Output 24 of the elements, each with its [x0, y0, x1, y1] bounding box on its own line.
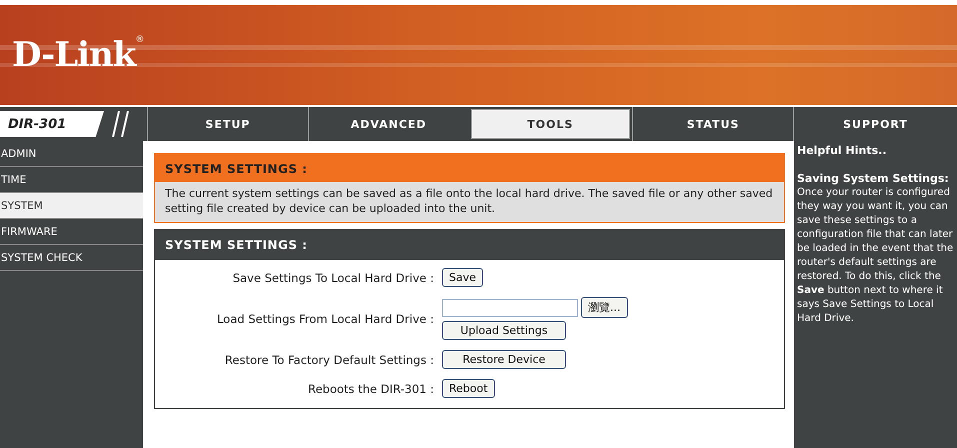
sidebar-item[interactable]: SYSTEM CHECK	[0, 245, 143, 271]
action-button[interactable]: Restore Device	[442, 350, 566, 369]
setting-label: Restore To Factory Default Settings :	[224, 352, 434, 366]
hints-text: Once your router is configured they way you want it, you can save these settings to a configuration file that can later be loaded in the event that the router's default settings are restored. To do this, click the Save button next to where it says Save Settings to Local Hard Drive.	[797, 186, 954, 326]
hints-subtitle: Saving System Settings:	[797, 172, 950, 186]
setting-label: Reboots the DIR-301 :	[306, 382, 434, 396]
section-header: SYSTEM SETTINGS :	[155, 230, 784, 260]
sidebar-item[interactable]: FIRMWARE	[0, 219, 143, 245]
logo: D-Link	[12, 35, 136, 75]
action-button[interactable]: Save	[442, 268, 484, 287]
model-label: DIR-301	[0, 111, 104, 137]
upload-button[interactable]: Upload Settings	[442, 321, 566, 340]
setting-label: Load Settings From Local Hard Drive :	[216, 312, 434, 326]
hints-title: Helpful Hints..	[797, 144, 888, 158]
nav-tab[interactable]: TOOLS	[468, 107, 632, 141]
action-button[interactable]: Reboot	[442, 379, 495, 398]
section-header: SYSTEM SETTINGS :	[155, 154, 784, 182]
browse-button[interactable]: 瀏覽...	[581, 297, 628, 318]
file-path-field[interactable]	[442, 298, 578, 316]
trademark-mark: ®	[135, 35, 144, 45]
setting-label: Save Settings To Local Hard Drive :	[232, 270, 434, 284]
sidebar-item[interactable]: ADMIN	[0, 141, 143, 167]
sidebar-item[interactable]: SYSTEM	[0, 193, 143, 219]
section-description: The current system settings can be saved as a file onto the local hard drive. The saved file or any other saved setting file created by device can be uploaded into the unit.	[155, 182, 784, 222]
